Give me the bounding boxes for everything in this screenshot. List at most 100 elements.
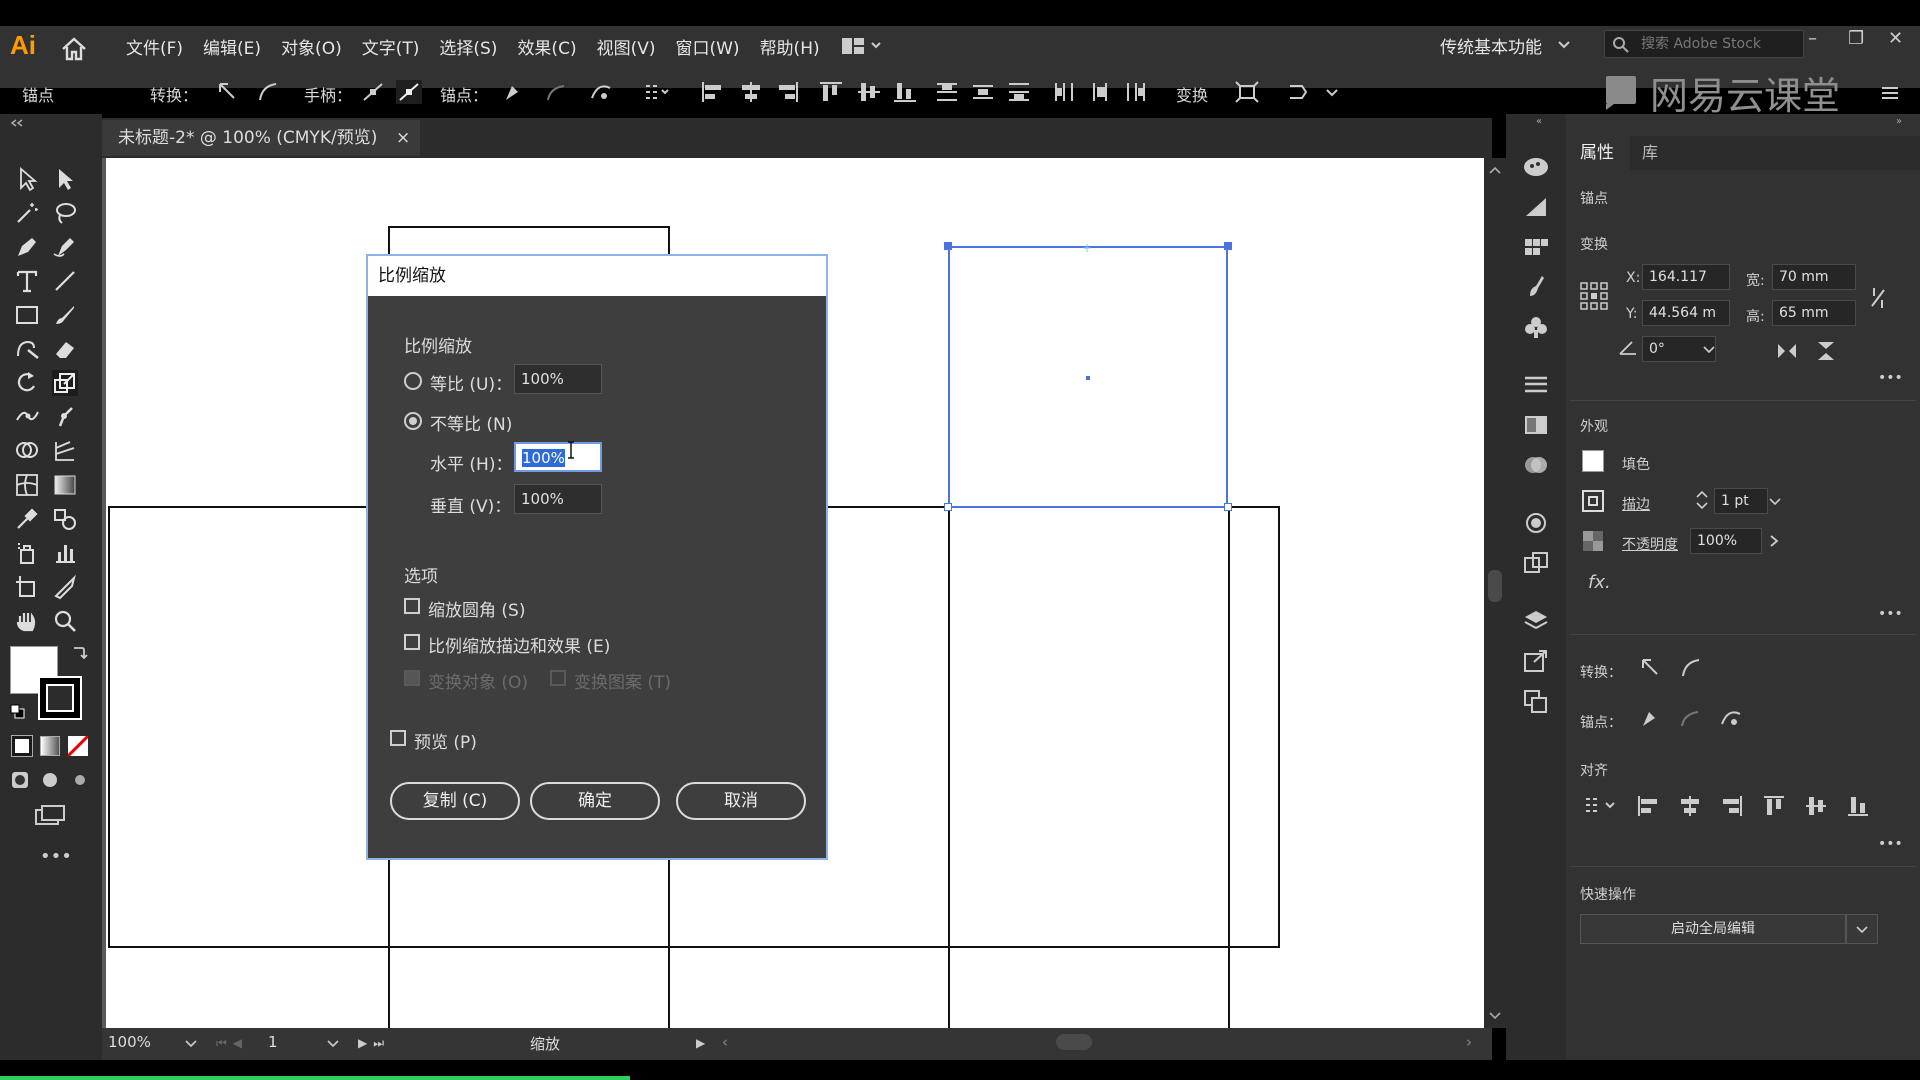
ok-button[interactable]: 确定 [530,782,660,820]
copy-button[interactable]: 复制 (C) [390,782,520,820]
shape-builder-tool-icon[interactable] [14,438,40,464]
artboard-tool-icon[interactable] [14,574,40,600]
align-left-icon[interactable] [1636,794,1660,818]
document-tab[interactable]: 未标题-2* @ 100% (CMYK/预览) × [102,120,420,156]
artwork-path[interactable] [1278,506,1280,948]
stroke-weight-field[interactable]: 1 pt [1714,488,1768,514]
convert-corner-icon[interactable] [1638,656,1662,680]
distribute-bottom-icon[interactable] [1006,80,1032,104]
rectangle-tool-icon[interactable] [14,302,40,328]
artwork-path[interactable] [948,506,950,1028]
global-edit-button[interactable]: 启动全局编辑 [1580,914,1846,944]
arrange-documents-icon[interactable] [842,36,882,56]
default-fill-stroke-icon[interactable] [10,704,26,720]
handle-show-icon[interactable] [360,80,386,104]
menu-help[interactable]: 帮助(H) [760,34,820,59]
asset-export-icon[interactable] [1522,648,1550,674]
scroll-down-icon[interactable] [1488,1010,1502,1022]
distribute-right-icon[interactable] [1124,80,1150,104]
transparency-icon[interactable] [1522,452,1550,478]
chevron-down-icon[interactable] [184,1038,198,1050]
line-tool-icon[interactable] [52,268,78,294]
stock-search-input[interactable]: 搜索 Adobe Stock [1604,30,1804,58]
remove-anchor-icon[interactable] [500,80,526,104]
vertical-field[interactable]: 100% [514,484,602,514]
status-menu-arrow-icon[interactable]: ▶ [696,1036,705,1050]
workspace-switcher[interactable]: 传统基本功能 [1440,33,1542,58]
convert-corner-icon[interactable] [214,80,240,104]
artboards-panel-icon[interactable] [1522,688,1550,714]
collapse-panel-icon[interactable] [8,118,24,128]
stroke-color-swatch[interactable] [1582,490,1604,512]
color-icon[interactable] [1522,194,1550,220]
global-edit-dropdown[interactable] [1846,914,1878,944]
pen-tool-icon[interactable] [14,234,40,260]
x-field[interactable]: 164.117 [1642,264,1730,290]
magic-wand-tool-icon[interactable] [14,200,40,226]
chevron-down-icon[interactable] [1556,38,1572,52]
menu-object[interactable]: 对象(O) [281,34,342,59]
align-top-icon[interactable] [818,80,844,104]
uniform-field[interactable]: 100% [514,364,602,394]
blend-tool-icon[interactable] [52,506,78,532]
hand-tool-icon[interactable] [14,608,40,634]
slice-tool-icon[interactable] [52,574,78,600]
anchor-point[interactable] [1224,242,1232,250]
artwork-path[interactable] [108,506,110,948]
chevron-down-icon[interactable] [1702,344,1716,356]
align-hcenter-icon[interactable] [1678,794,1702,818]
collapse-strip-icon[interactable]: « [1536,116,1542,127]
stroke-label[interactable]: 描边 [1622,494,1650,514]
color-mode-icon[interactable] [11,735,33,757]
uniform-radio[interactable] [404,372,422,390]
align-right-icon[interactable] [1720,794,1744,818]
reference-point-icon[interactable] [1580,282,1608,310]
align-top-icon[interactable] [1762,794,1786,818]
gradient-tool-icon[interactable] [52,472,78,498]
graphic-styles-icon[interactable] [1522,550,1550,576]
none-mode-icon[interactable] [68,736,88,756]
distribute-top-icon[interactable] [934,80,960,104]
scroll-left-icon[interactable]: ‹ [722,1033,728,1051]
menu-window[interactable]: 窗口(W) [675,34,739,59]
stepper-icon[interactable] [1694,488,1710,512]
align-vcenter-icon[interactable] [1804,794,1828,818]
distribute-vcenter-icon[interactable] [970,80,996,104]
more-appearance-icon[interactable]: ••• [1878,606,1903,622]
fill-color-swatch[interactable] [1582,450,1604,472]
isolate-icon[interactable] [1234,80,1260,104]
align-vcenter-icon[interactable] [856,80,882,104]
symbol-sprayer-tool-icon[interactable] [14,540,40,566]
anchor-point[interactable] [944,242,952,250]
opacity-label[interactable]: 不透明度 [1622,534,1678,554]
align-bottom-icon[interactable] [892,80,918,104]
lasso-tool-icon[interactable] [52,200,78,226]
home-icon[interactable] [60,36,88,62]
fx-icon[interactable]: fx. [1588,572,1611,593]
scroll-thumb[interactable] [1488,570,1502,602]
scroll-up-icon[interactable] [1488,164,1502,176]
scale-tool-icon[interactable] [52,370,78,396]
selection-tool-icon[interactable] [14,166,40,192]
flip-horizontal-icon[interactable] [1776,342,1798,360]
cut-path-icon[interactable] [588,80,614,104]
direct-selection-tool-icon[interactable] [52,166,78,192]
type-tool-icon[interactable] [14,268,40,294]
shaper-tool-icon[interactable] [14,336,40,362]
appearance-icon[interactable] [1522,510,1550,536]
menu-file[interactable]: 文件(F) [126,34,183,59]
first-prev-artboard-icon[interactable]: ⏮◀ [216,1036,248,1051]
menu-effect[interactable]: 效果(C) [517,34,576,59]
swatches-icon[interactable] [1522,234,1550,260]
distribute-left-icon[interactable] [1052,80,1078,104]
puppet-warp-icon[interactable] [1286,80,1312,104]
minimize-button[interactable]: – [1808,28,1817,49]
anchor-point[interactable] [1224,503,1232,511]
more-transform-icon[interactable]: ••• [1878,370,1903,386]
collapse-right-icon[interactable]: » [1896,116,1902,127]
eraser-tool-icon[interactable] [52,336,78,362]
gradient-panel-icon[interactable] [1522,412,1550,438]
chevron-right-icon[interactable] [1768,534,1780,548]
cut-path-icon[interactable] [1718,706,1742,730]
menu-view[interactable]: 视图(V) [597,34,656,59]
